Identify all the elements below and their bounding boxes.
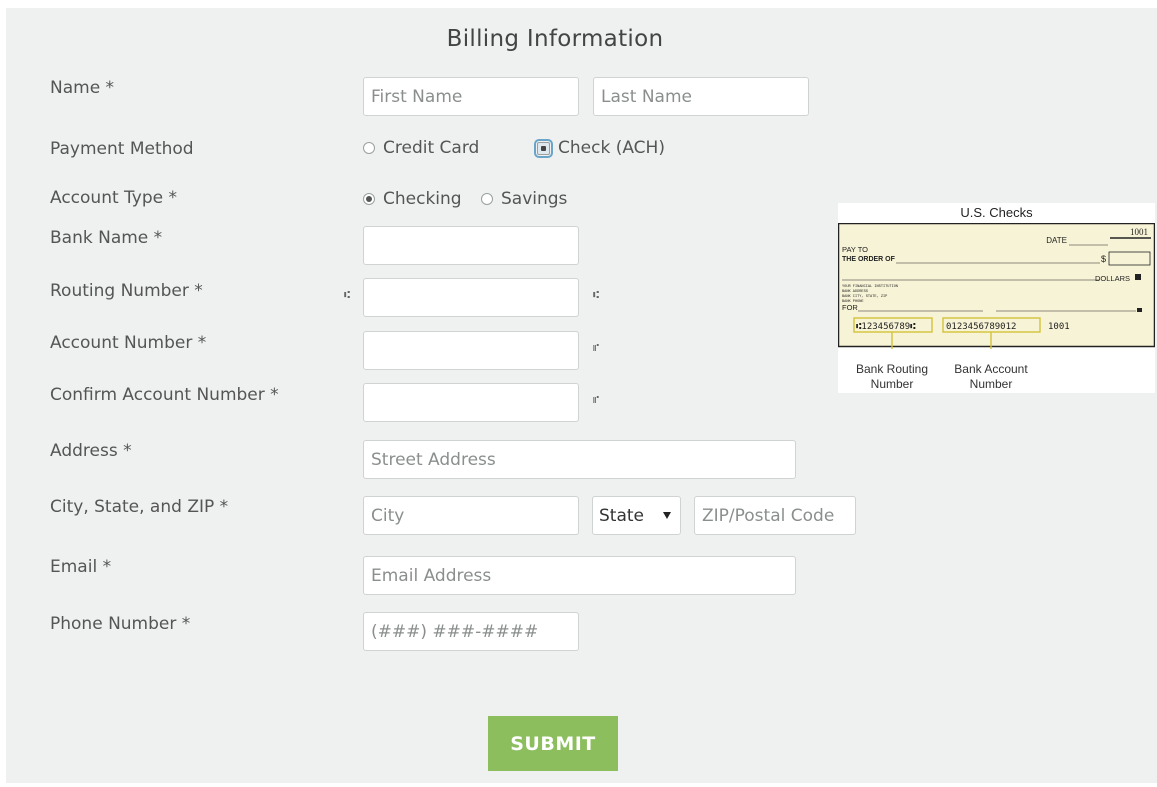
transit-symbol-left-icon: ⑆ xyxy=(344,290,350,301)
phone-input[interactable] xyxy=(363,612,579,651)
checking-radio-label: Checking xyxy=(383,189,462,209)
credit-card-radio-label: Credit Card xyxy=(383,138,480,158)
routing-number-label: Routing Number * xyxy=(50,281,203,301)
zip-input[interactable] xyxy=(694,496,856,535)
check-order-of: THE ORDER OF xyxy=(842,256,896,263)
check-micr-number: 1001 xyxy=(1048,322,1070,332)
check-bank-line-2: BANK ADDRESS xyxy=(842,290,868,294)
savings-radio[interactable] xyxy=(481,193,493,205)
routing-note: Bank Routing Number xyxy=(847,362,937,392)
payment-check-ach-option[interactable]: Check (ACH) xyxy=(534,138,665,158)
confirm-account-number-label: Confirm Account Number * xyxy=(50,385,279,405)
account-number-label: Account Number * xyxy=(50,333,207,353)
check-illustration: U.S. Checks 1001 DATE PAY TO THE ORDER O… xyxy=(838,203,1155,393)
check-number-top: 1001 xyxy=(1130,227,1148,237)
check-micr-routing: ⑆123456789⑆ xyxy=(856,322,916,332)
savings-radio-label: Savings xyxy=(501,189,568,209)
check-bank-line-1: YOUR FINANCIAL INSTITUTION xyxy=(842,285,898,289)
account-type-checking-option[interactable]: Checking xyxy=(363,189,462,209)
form-title: Billing Information xyxy=(446,26,664,52)
state-select[interactable]: State xyxy=(592,496,681,535)
state-select-value: State xyxy=(599,505,644,526)
check-dollars-label: DOLLARS xyxy=(1095,274,1130,283)
phone-label: Phone Number * xyxy=(50,614,191,634)
on-us-symbol-icon: ⑈ xyxy=(593,343,599,354)
check-bank-line-3: BANK CITY, STATE, ZIP xyxy=(842,295,887,299)
check-date-label: DATE xyxy=(1046,236,1067,245)
check-ach-radio-label: Check (ACH) xyxy=(558,138,665,158)
name-label: Name * xyxy=(50,78,115,98)
payment-credit-card-option[interactable]: Credit Card xyxy=(363,138,479,158)
chevron-down-icon xyxy=(663,512,671,519)
email-input[interactable] xyxy=(363,556,796,595)
account-note-line-1: Bank Account xyxy=(954,362,1028,376)
city-input[interactable] xyxy=(363,496,579,535)
check-diagram: 1001 DATE PAY TO THE ORDER OF $ DOLLARS … xyxy=(838,223,1155,349)
check-pay-to: PAY TO xyxy=(842,245,868,254)
account-note-line-2: Number xyxy=(969,377,1013,391)
email-label: Email * xyxy=(50,557,112,577)
routing-number-input[interactable] xyxy=(363,278,579,317)
account-type-savings-option[interactable]: Savings xyxy=(481,189,567,209)
confirm-account-number-input[interactable] xyxy=(363,383,579,422)
transit-symbol-right-icon: ⑆ xyxy=(593,290,599,301)
checking-radio[interactable] xyxy=(363,193,375,205)
bank-name-label: Bank Name * xyxy=(50,228,163,248)
on-us-symbol-confirm-icon: ⑈ xyxy=(593,395,599,406)
account-number-input[interactable] xyxy=(363,331,579,370)
check-dollar-sign: $ xyxy=(1101,254,1106,264)
check-for-label: FOR xyxy=(842,303,858,312)
routing-note-line-1: Bank Routing xyxy=(855,362,929,376)
street-address-input[interactable] xyxy=(363,440,796,479)
city-state-zip-label: City, State, and ZIP * xyxy=(50,497,229,517)
last-name-input[interactable] xyxy=(593,77,809,116)
check-illustration-caption: U.S. Checks xyxy=(960,205,1033,220)
credit-card-radio[interactable] xyxy=(363,142,375,154)
address-label: Address * xyxy=(50,441,132,461)
account-type-label: Account Type * xyxy=(50,188,177,208)
bank-name-input[interactable] xyxy=(363,226,579,265)
payment-method-label: Payment Method xyxy=(50,139,194,159)
account-note: Bank Account Number xyxy=(944,362,1038,392)
check-micr-account: 0123456789012 xyxy=(946,322,1016,332)
routing-note-line-2: Number xyxy=(870,377,914,391)
submit-button[interactable]: SUBMIT xyxy=(488,716,618,771)
check-ach-radio[interactable] xyxy=(534,138,553,158)
first-name-input[interactable] xyxy=(363,77,579,116)
